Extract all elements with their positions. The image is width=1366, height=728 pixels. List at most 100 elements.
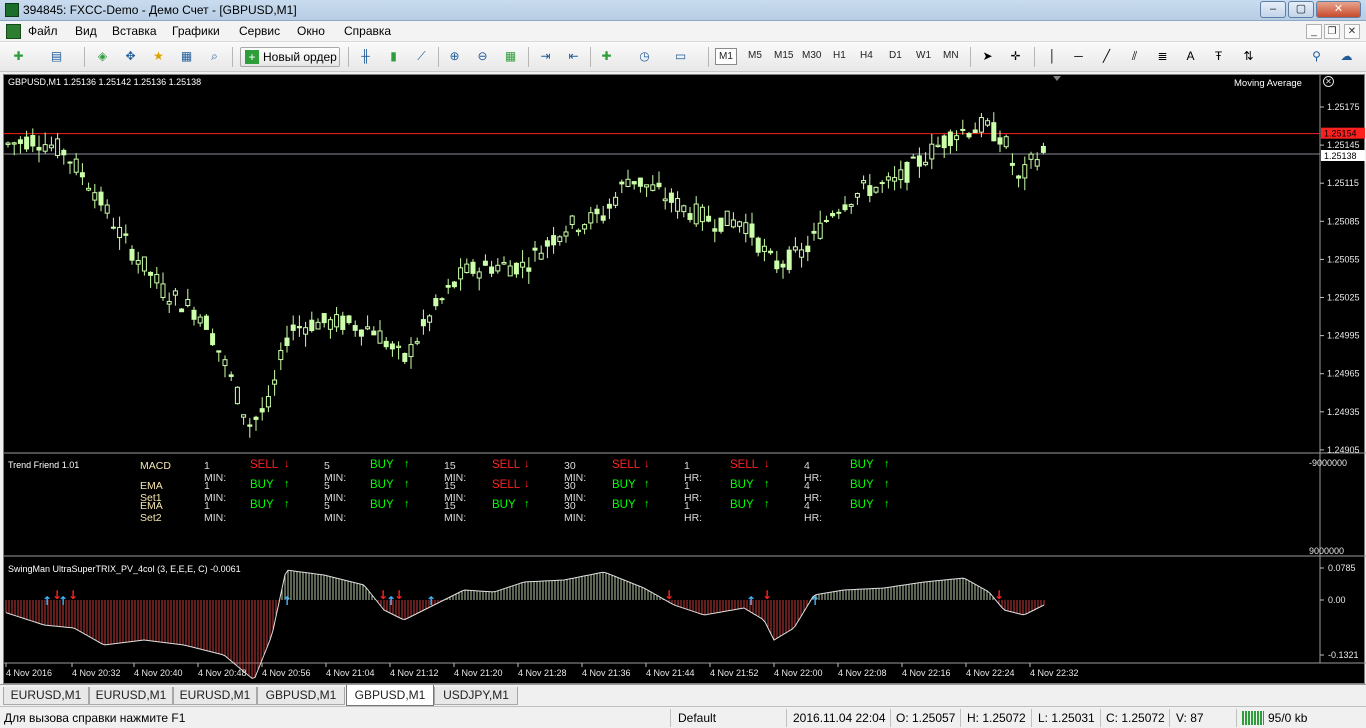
candle-body [935,144,941,148]
menu-window[interactable]: Окно [297,24,325,38]
data-window-icon[interactable]: ▦ [178,48,195,65]
close-indicator-icon[interactable]: ✕ [1323,76,1334,87]
trend-friend-scale-top: -9000000 [1309,458,1348,468]
terminal-icon[interactable]: ★ [150,48,167,65]
timeframe-m5[interactable]: M5 [748,50,762,61]
trendline-icon[interactable]: ╱ [1098,48,1115,65]
signal-sell: SELL [492,479,521,491]
timeframe-m30[interactable]: M30 [802,50,821,61]
market-watch-icon[interactable]: ◈ [94,48,111,65]
toolbar-separator [970,47,971,67]
channel-icon[interactable]: ⫽ [1126,48,1143,65]
arrow-up-icon: ↑ [404,498,410,510]
tab-gbpusd-active[interactable]: GBPUSD,M1 [346,685,434,706]
trix-arrow-down-icon: ↓ [994,588,1004,602]
timeframe-m15[interactable]: M15 [774,50,793,61]
zoom-in-icon[interactable]: ⊕ [446,48,463,65]
signal-buy: BUY [250,479,274,491]
arrow-up-icon: ↑ [284,478,290,490]
candle-body [495,264,501,272]
menu-charts[interactable]: Графики [172,24,220,38]
line-chart-icon[interactable]: ⟋ [413,48,430,65]
toolbar-separator [348,47,349,67]
crosshair-icon[interactable]: ✛ [1007,48,1024,65]
mdi-restore-button[interactable]: ❐ [1324,24,1340,39]
candle-body [978,117,984,133]
tab-usdjpy[interactable]: USDJPY,M1 [434,687,518,705]
maximize-button[interactable]: ▢ [1288,1,1314,18]
toolbar-separator [438,47,439,67]
arrows-tool-icon[interactable]: ⇅ [1240,48,1257,65]
timeframe-m1[interactable]: M1 [715,48,737,65]
tab-gbpusd-1[interactable]: GBPUSD,M1 [257,687,345,705]
strategy-tester-icon[interactable]: ⌕ [206,48,223,65]
indicators-icon[interactable]: ✚ [598,48,615,65]
menu-help[interactable]: Справка [344,24,391,38]
bar-chart-icon[interactable]: ╫ [357,48,374,65]
templates-icon[interactable]: ▭ [672,48,689,65]
toolbar-separator [1034,47,1035,67]
menu-insert[interactable]: Вставка [112,24,157,38]
chart-shift-icon[interactable]: ⇤ [565,48,582,65]
fibonacci-icon[interactable]: ≣ [1154,48,1171,65]
menu-view[interactable]: Вид [75,24,97,38]
candle-body [489,266,495,274]
candlestick-icon[interactable]: ▮ [385,48,402,65]
menu-tools[interactable]: Сервис [239,24,280,38]
candle-body [154,273,160,284]
zoom-out-icon[interactable]: ⊖ [474,48,491,65]
navigator-icon[interactable]: ✥ [122,48,139,65]
candle-body [241,414,247,418]
timeframe-h4[interactable]: H4 [860,50,873,61]
time-tick-label: 4 Nov 21:52 [710,668,759,678]
candle-body [861,180,867,184]
arrow-up-icon: ↑ [524,498,530,510]
candle-body [687,213,693,220]
mdi-close-button[interactable]: ✕ [1344,24,1360,39]
indicator-name: Moving Average [1234,78,1302,89]
toolbar-separator [590,47,591,67]
time-tick-label: 4 Nov 20:32 [72,668,121,678]
new-order-button[interactable]: + Новый ордер [240,47,340,67]
new-chart-icon[interactable]: ✚ [10,48,27,65]
candle-body [985,120,991,126]
periods-icon[interactable]: ◷ [636,48,653,65]
toolbar-separator [528,47,529,67]
timeframe-w1[interactable]: W1 [916,50,931,61]
timeframe-mn[interactable]: MN [943,50,959,61]
profiles-icon[interactable]: ▤ [48,48,65,65]
signal-row-name: EMA Set2 [140,500,163,524]
tile-windows-icon[interactable]: ▦ [502,48,519,65]
close-button[interactable]: ✕ [1316,1,1361,18]
cursor-icon[interactable]: ➤ [979,48,996,65]
search-icon[interactable]: ⚲ [1308,48,1325,65]
candle-body [972,129,978,134]
chart-shift-marker[interactable] [1053,76,1061,81]
tab-eurusd-1[interactable]: EURUSD,M1 [3,687,89,705]
candle-body [284,337,290,346]
chart-window[interactable]: 1.25175 1.25145 1.25115 1.25085 1.25055 1.250… [3,74,1366,684]
arrow-up-icon: ↑ [764,498,770,510]
text-tool-icon[interactable]: A [1182,48,1199,65]
vertical-line-icon[interactable]: │ [1044,48,1061,65]
minimize-button[interactable]: – [1260,1,1286,18]
timeframe-h1[interactable]: H1 [833,50,846,61]
horizontal-line-icon[interactable]: ─ [1070,48,1087,65]
arrow-up-icon: ↑ [404,458,410,470]
candle-body [867,185,873,197]
menu-file[interactable]: Файл [28,24,58,38]
candle-body [203,315,209,330]
signal-buy: BUY [250,499,274,511]
label-tool-icon[interactable]: Ŧ [1210,48,1227,65]
status-high: H: 1.25072 [967,711,1026,725]
community-icon[interactable]: ☁ [1338,48,1355,65]
signal-buy: BUY [850,459,874,471]
signal-buy: BUY [612,479,636,491]
mdi-minimize-button[interactable]: _ [1306,24,1322,39]
tab-eurusd-3[interactable]: EURUSD,M1 [173,687,257,705]
trix-tick-label: -0.1321 [1328,650,1359,660]
chart-doc-icon[interactable] [6,24,21,39]
timeframe-d1[interactable]: D1 [889,50,902,61]
tab-eurusd-2[interactable]: EURUSD,M1 [89,687,173,705]
auto-scroll-icon[interactable]: ⇥ [537,48,554,65]
